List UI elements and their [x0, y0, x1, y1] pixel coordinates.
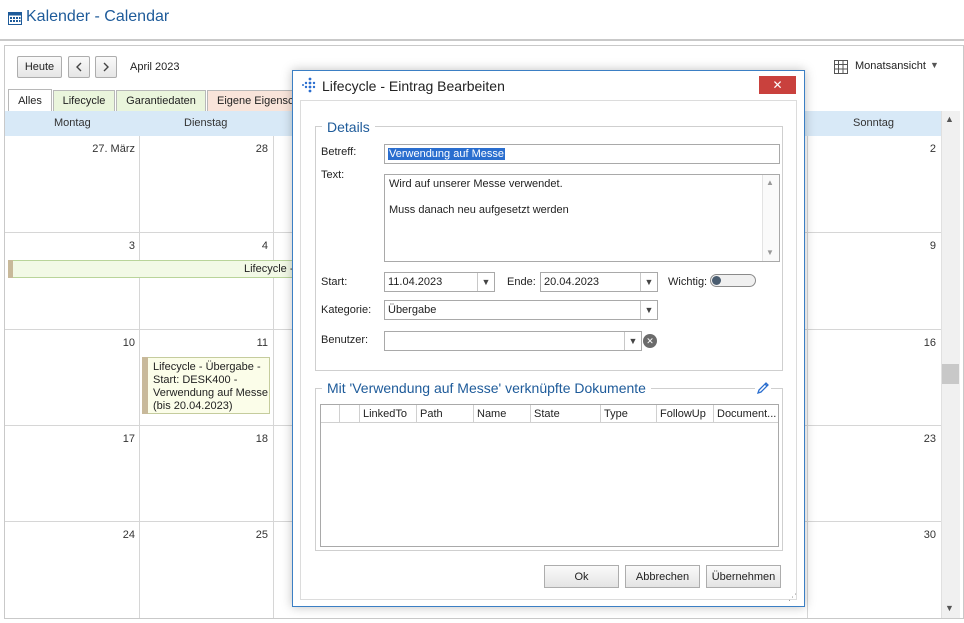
details-legend: Details — [322, 119, 375, 135]
scroll-up-icon[interactable]: ▲ — [945, 114, 954, 124]
text-label: Text: — [321, 169, 345, 181]
text-area[interactable]: Wird auf unserer Messe verwendet. Muss d… — [384, 174, 780, 262]
cancel-button[interactable]: Abbrechen — [625, 565, 700, 588]
event-category-marker — [8, 260, 13, 278]
grid-line — [807, 136, 808, 618]
day-cell-number[interactable]: 27. März — [60, 143, 135, 155]
page-title: Kalender - Calendar — [26, 8, 170, 25]
month-label: April 2023 — [130, 61, 180, 73]
tab-alles[interactable]: Alles — [8, 89, 52, 111]
scrollbar-thumb[interactable] — [942, 364, 959, 384]
calendar-grid-icon — [834, 60, 848, 74]
category-label: Kategorie: — [321, 304, 372, 316]
tab-eigene-eigenschaften[interactable]: Eigene Eigensch — [207, 90, 297, 111]
day-header-monday: Montag — [54, 117, 91, 129]
today-button[interactable]: Heute — [17, 56, 62, 78]
column-header-name[interactable]: Name — [474, 405, 531, 423]
column-header-state[interactable]: State — [531, 405, 601, 423]
scroll-down-icon[interactable]: ▼ — [766, 248, 774, 257]
lifecycle-icon — [302, 77, 316, 93]
column-header-linkedto[interactable]: LinkedTo — [360, 405, 417, 423]
close-icon: ✕ — [772, 78, 783, 92]
day-cell-number[interactable]: 25 — [200, 529, 268, 541]
view-select[interactable]: Monatsansicht — [855, 60, 926, 72]
column-header-type[interactable]: Type — [601, 405, 657, 423]
scroll-up-icon[interactable]: ▲ — [766, 178, 774, 187]
day-cell-number[interactable]: 10 — [60, 337, 135, 349]
day-cell-number[interactable]: 16 — [880, 337, 936, 349]
linked-documents-table[interactable] — [320, 404, 779, 547]
day-cell-number[interactable]: 24 — [60, 529, 135, 541]
scroll-down-icon[interactable]: ▼ — [945, 603, 954, 613]
user-select[interactable] — [384, 331, 642, 351]
day-header-tuesday: Dienstag — [184, 117, 228, 129]
prev-month-button[interactable] — [68, 56, 90, 78]
chevron-down-icon[interactable]: ▼ — [640, 273, 657, 291]
column-header[interactable] — [321, 405, 340, 423]
next-month-button[interactable] — [95, 56, 117, 78]
important-label: Wichtig: — [668, 276, 708, 288]
chevron-down-icon[interactable]: ▼ — [624, 332, 641, 350]
close-button[interactable]: ✕ — [759, 76, 796, 94]
toggle-knob[interactable] — [712, 276, 721, 285]
user-label: Benutzer: — [321, 334, 369, 346]
column-header[interactable] — [340, 405, 360, 423]
column-header-document[interactable]: Document... — [714, 405, 778, 423]
column-header-path[interactable]: Path — [417, 405, 474, 423]
event-bar-label: Lifecycle - — [244, 263, 294, 275]
chevron-down-icon[interactable]: ▼ — [930, 60, 939, 70]
subject-value: Verwendung auf Messe — [388, 148, 505, 160]
column-header-followup[interactable]: FollowUp — [657, 405, 714, 423]
ok-button[interactable]: Ok — [544, 565, 619, 588]
day-cell-number[interactable]: 30 — [880, 529, 936, 541]
chevron-down-icon[interactable]: ▼ — [640, 301, 657, 319]
dialog-title: Lifecycle - Eintrag Bearbeiten — [322, 78, 505, 94]
day-cell-number[interactable]: 3 — [60, 240, 135, 252]
day-cell-number[interactable]: 9 — [880, 240, 936, 252]
subject-label: Betreff: — [321, 146, 357, 158]
category-select[interactable]: Übergabe — [384, 300, 658, 320]
chevron-right-icon — [103, 62, 109, 72]
day-cell-number[interactable]: 17 — [60, 433, 135, 445]
apply-button[interactable]: Übernehmen — [706, 565, 781, 588]
grid-line — [273, 136, 274, 618]
pencil-icon[interactable] — [755, 380, 771, 396]
resize-grip-icon[interactable]: ⋰ — [788, 592, 797, 603]
day-cell-number[interactable]: 28 — [200, 143, 268, 155]
title-divider — [0, 39, 964, 41]
event-card-text: Lifecycle - Übergabe - Start: DESK400 - … — [153, 361, 268, 412]
event-category-marker — [142, 357, 148, 414]
calendar-icon — [8, 12, 22, 25]
grid-line — [139, 136, 140, 618]
day-cell-number[interactable]: 2 — [880, 143, 936, 155]
end-label: Ende: — [507, 276, 536, 288]
chevron-left-icon — [76, 62, 82, 72]
day-header-sunday: Sonntag — [853, 117, 894, 129]
chevron-down-icon[interactable]: ▼ — [477, 273, 494, 291]
day-cell-number[interactable]: 18 — [200, 433, 268, 445]
tab-garantiedaten[interactable]: Garantiedaten — [116, 90, 206, 111]
day-cell-number[interactable]: 4 — [200, 240, 268, 252]
tab-lifecycle[interactable]: Lifecycle — [53, 90, 115, 111]
linked-documents-legend: Mit 'Verwendung auf Messe' verknüpfte Do… — [322, 380, 651, 396]
day-cell-number[interactable]: 11 — [200, 337, 268, 349]
subject-input[interactable]: Verwendung auf Messe — [384, 144, 780, 164]
clear-icon[interactable]: ✕ — [643, 334, 657, 348]
day-cell-number[interactable]: 23 — [880, 433, 936, 445]
start-label: Start: — [321, 276, 348, 288]
